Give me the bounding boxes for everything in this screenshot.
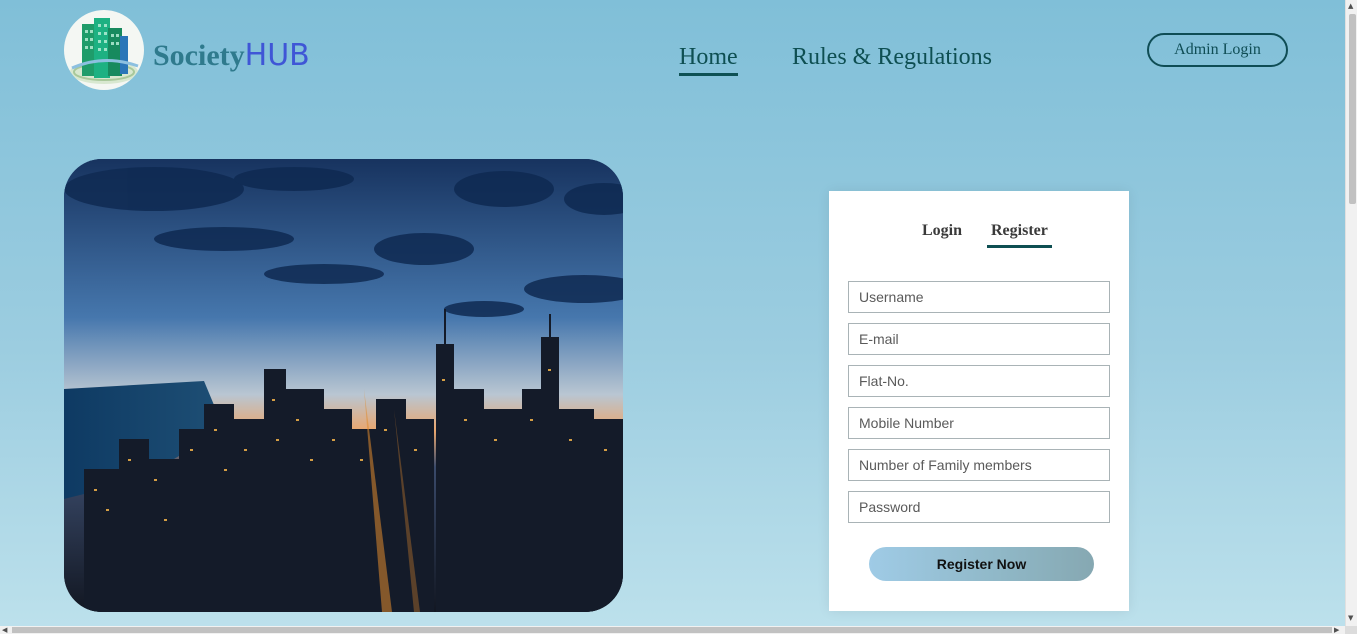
nav-home-link[interactable]: Home — [679, 44, 738, 76]
register-now-button[interactable]: Register Now — [869, 547, 1094, 581]
nav-rules-link[interactable]: Rules & Regulations — [792, 44, 992, 71]
brand-part-hub: HUB — [244, 38, 310, 73]
brand-part-society: Society — [153, 39, 245, 72]
scroll-right-icon[interactable]: ▶ — [1334, 626, 1339, 634]
hero-city-image — [64, 159, 623, 612]
email-input[interactable] — [848, 323, 1110, 355]
horizontal-scroll-thumb[interactable] — [12, 627, 1332, 633]
tab-login[interactable]: Login — [922, 222, 962, 240]
admin-login-button[interactable]: Admin Login — [1147, 33, 1288, 67]
register-card: Login Register Register Now — [829, 191, 1129, 611]
building-logo-icon[interactable] — [64, 10, 144, 90]
scrollbar-corner — [1345, 626, 1357, 634]
brand-name[interactable]: SocietyHUB — [153, 38, 310, 73]
vertical-scroll-thumb[interactable] — [1349, 14, 1356, 204]
scroll-down-icon[interactable]: ▼ — [1348, 614, 1353, 622]
tab-register[interactable]: Register — [987, 222, 1052, 248]
mobile-number-input[interactable] — [848, 407, 1110, 439]
flat-number-input[interactable] — [848, 365, 1110, 397]
family-members-input[interactable] — [848, 449, 1110, 481]
password-input[interactable] — [848, 491, 1110, 523]
scroll-left-icon[interactable]: ◀ — [2, 626, 7, 634]
page: SocietyHUB Home Rules & Regulations Admi… — [0, 0, 1345, 626]
horizontal-scrollbar[interactable]: ◀ ▶ — [0, 626, 1345, 634]
scroll-up-icon[interactable]: ▲ — [1348, 2, 1353, 10]
vertical-scrollbar[interactable]: ▲ ▼ — [1345, 0, 1357, 626]
username-input[interactable] — [848, 281, 1110, 313]
